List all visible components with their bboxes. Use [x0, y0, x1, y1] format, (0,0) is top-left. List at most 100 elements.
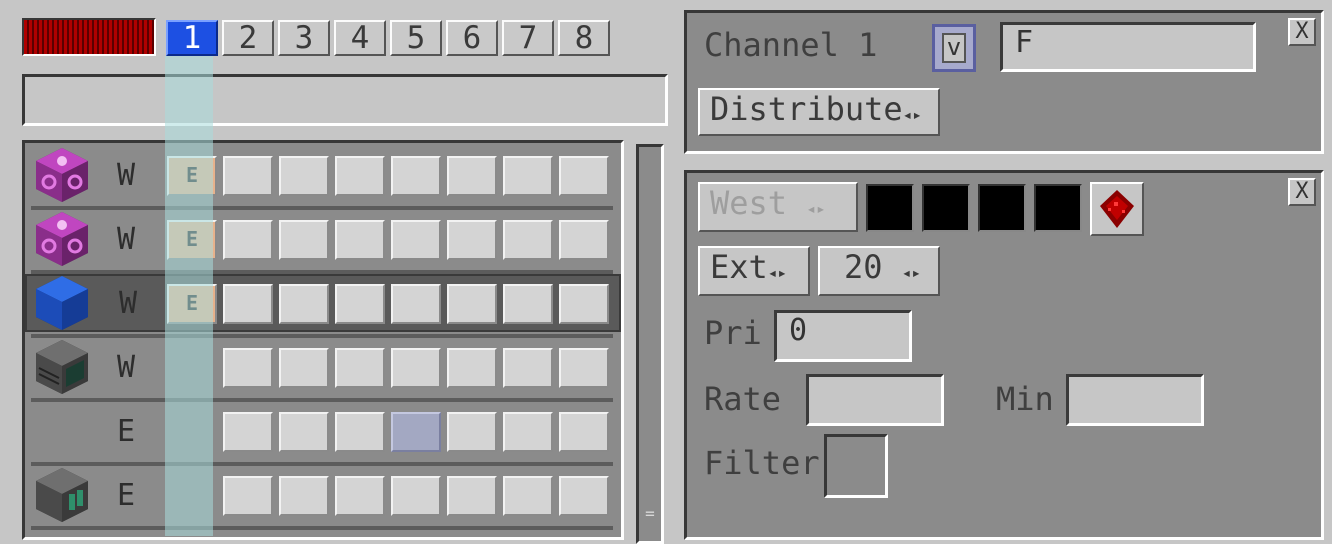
channel-slot[interactable]: [335, 348, 385, 388]
channel-slot[interactable]: [167, 412, 217, 452]
connector-row-selected[interactable]: W E: [25, 274, 621, 332]
channel-slot[interactable]: [559, 284, 609, 324]
channel-slot[interactable]: [335, 476, 385, 516]
priority-input[interactable]: 0: [774, 310, 912, 362]
connector-list: W E W E W E W E E: [22, 140, 624, 540]
channel-slot[interactable]: [559, 220, 609, 260]
close-channel-button[interactable]: X: [1288, 18, 1316, 46]
channel-tab-4[interactable]: 4: [334, 20, 386, 56]
channel-tab-6[interactable]: 6: [446, 20, 498, 56]
redstone-mode-button[interactable]: [1090, 182, 1144, 236]
channel-title: Channel 1: [704, 26, 878, 64]
channel-slot[interactable]: [559, 348, 609, 388]
rate-label: Rate: [704, 380, 782, 418]
network-name-input[interactable]: [22, 74, 668, 126]
connector-side: W: [116, 350, 136, 385]
channel-slot[interactable]: E: [167, 284, 217, 324]
channel-slot[interactable]: [223, 284, 273, 324]
channel-slot[interactable]: [335, 156, 385, 196]
cycle-arrows-icon: ◂▸: [767, 263, 788, 282]
channel-slot[interactable]: [559, 476, 609, 516]
distribute-mode-button[interactable]: Distribute◂▸: [698, 88, 940, 136]
channel-tab-7[interactable]: 7: [502, 20, 554, 56]
channel-tab-8[interactable]: 8: [558, 20, 610, 56]
connector-side: E: [116, 414, 136, 449]
channel-slot[interactable]: [279, 284, 329, 324]
channel-slot[interactable]: [447, 156, 497, 196]
connector-side: W: [116, 158, 136, 193]
channel-slot[interactable]: [391, 476, 441, 516]
connector-row[interactable]: W E: [25, 210, 621, 268]
connector-side: W: [116, 222, 136, 257]
channel-slot[interactable]: [391, 284, 441, 324]
color-filter-slot-4[interactable]: [1034, 184, 1082, 232]
channel-name-input[interactable]: F: [1000, 22, 1256, 72]
channel-slot[interactable]: [391, 220, 441, 260]
channel-slot[interactable]: [391, 156, 441, 196]
channel-slot[interactable]: [503, 412, 553, 452]
min-input[interactable]: [1066, 374, 1204, 426]
check-icon: v: [942, 33, 966, 63]
mode-button[interactable]: Ext◂▸: [698, 246, 810, 296]
channel-slot[interactable]: [503, 220, 553, 260]
channel-slot[interactable]: [503, 476, 553, 516]
channel-slot[interactable]: [559, 412, 609, 452]
channel-tab-3[interactable]: 3: [278, 20, 330, 56]
channel-slot[interactable]: [279, 348, 329, 388]
channel-slot-highlighted[interactable]: [391, 412, 441, 452]
close-connector-button[interactable]: X: [1288, 178, 1316, 206]
channel-slot[interactable]: [223, 348, 273, 388]
channel-slot[interactable]: [503, 284, 553, 324]
channel-tab-2[interactable]: 2: [222, 20, 274, 56]
channel-slot[interactable]: [223, 476, 273, 516]
channel-slot[interactable]: [447, 476, 497, 516]
connector-row[interactable]: W: [25, 338, 621, 396]
channel-slot[interactable]: [391, 348, 441, 388]
rate-input[interactable]: [806, 374, 944, 426]
cycle-arrows-icon: ◂▸: [902, 105, 922, 124]
color-filter-slot-3[interactable]: [978, 184, 1026, 232]
scroll-thumb[interactable]: =: [645, 506, 655, 539]
channel-slot[interactable]: [279, 220, 329, 260]
machine-frame-pink-icon: [36, 212, 88, 266]
channel-slot[interactable]: [223, 220, 273, 260]
channel-slot[interactable]: [279, 156, 329, 196]
distribute-label: Distribute: [710, 90, 903, 128]
channel-slot[interactable]: [167, 476, 217, 516]
min-label: Min: [996, 380, 1054, 418]
color-filter-slot-1[interactable]: [866, 184, 914, 232]
channel-slot[interactable]: [447, 412, 497, 452]
channel-slot[interactable]: [447, 220, 497, 260]
side-label: West: [710, 184, 788, 222]
connector-row[interactable]: E: [25, 402, 621, 460]
side-select-button[interactable]: West ◂▸: [698, 182, 858, 232]
color-filter-slot-2[interactable]: [922, 184, 970, 232]
cycle-arrows-icon: ◂▸: [901, 263, 922, 282]
channel-slot[interactable]: [279, 412, 329, 452]
connector-row[interactable]: E: [25, 466, 621, 524]
speed-button[interactable]: 20 ◂▸: [818, 246, 940, 296]
channel-slot[interactable]: E: [167, 220, 217, 260]
channel-slot[interactable]: [447, 348, 497, 388]
channel-slot[interactable]: [503, 348, 553, 388]
channel-slot[interactable]: [335, 412, 385, 452]
channel-tab-5[interactable]: 5: [390, 20, 442, 56]
channel-slot[interactable]: [167, 348, 217, 388]
channel-slot[interactable]: [447, 284, 497, 324]
connector-row[interactable]: W E: [25, 146, 621, 204]
filter-item-slot[interactable]: [824, 434, 888, 498]
channel-slot[interactable]: [279, 476, 329, 516]
channel-enable-checkbox[interactable]: v: [932, 24, 976, 72]
connector-list-scrollbar[interactable]: =: [636, 144, 664, 544]
computer-block-icon: [36, 340, 88, 394]
channel-slot[interactable]: [559, 156, 609, 196]
channel-slot[interactable]: [223, 412, 273, 452]
channel-slot[interactable]: [335, 220, 385, 260]
channel-slot[interactable]: E: [167, 156, 217, 196]
channel-slot[interactable]: [503, 156, 553, 196]
channel-tab-1[interactable]: 1: [166, 20, 218, 56]
connector-side: E: [116, 478, 136, 513]
channel-slot[interactable]: [223, 156, 273, 196]
channel-slot[interactable]: [335, 284, 385, 324]
mode-label: Ext: [710, 248, 768, 286]
